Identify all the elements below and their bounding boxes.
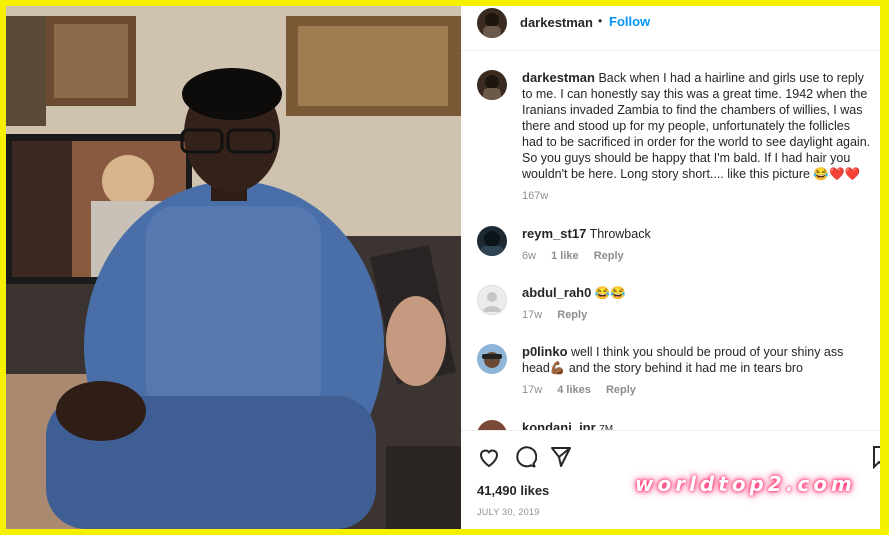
commenter-avatar[interactable] — [477, 344, 507, 374]
comment-body: reym_st17 Throwback 6w 1 like Reply — [522, 226, 872, 264]
commenter-avatar[interactable] — [477, 420, 507, 430]
comment-time[interactable]: 6w — [522, 250, 536, 262]
commenter-username[interactable]: p0linko — [522, 344, 568, 359]
like-count[interactable]: 41,490 likes — [477, 483, 549, 498]
comment-text: 😂😂 — [594, 286, 626, 300]
commenter-username[interactable]: reym_st17 — [522, 226, 586, 241]
reply-button[interactable]: Reply — [557, 309, 587, 321]
author-username[interactable]: darkestman — [520, 15, 593, 30]
separator-dot: • — [598, 14, 603, 28]
commenter-avatar[interactable] — [477, 70, 507, 100]
reply-button[interactable]: Reply — [594, 250, 624, 262]
post-image — [6, 6, 461, 529]
post-photo[interactable] — [6, 6, 461, 529]
follow-button[interactable]: Follow — [609, 14, 650, 29]
comment-time[interactable]: 17w — [522, 309, 542, 321]
comment-time[interactable]: 17w — [522, 384, 542, 396]
commenter-username[interactable]: kondani_jnr — [522, 420, 596, 430]
comment-body: p0linko well I think you should be proud… — [522, 344, 872, 398]
author-avatar[interactable] — [477, 8, 507, 38]
post-date: JULY 30, 2019 — [477, 507, 540, 517]
comment-text: Throwback — [589, 227, 651, 241]
right-border — [880, 6, 884, 529]
commenter-username[interactable]: abdul_rah0 — [522, 285, 591, 300]
comment-icon[interactable] — [513, 445, 538, 474]
post-header: darkestman • Follow ⋮ — [461, 6, 882, 51]
comment-text: Back when I had a hairline and girls use… — [522, 71, 871, 181]
comment-body: darkestman Back when I had a hairline an… — [522, 70, 872, 204]
comment-list[interactable]: darkestman Back when I had a hairline an… — [461, 50, 882, 430]
comment-text: well I think you should be proud of your… — [522, 345, 844, 375]
comment-time[interactable]: 167w — [522, 190, 548, 202]
default-avatar-icon[interactable] — [477, 285, 507, 315]
post-panel: darkestman • Follow ⋮ darkestman Back wh… — [461, 6, 882, 529]
heart-icon[interactable] — [477, 445, 501, 474]
commenter-avatar[interactable] — [477, 226, 507, 256]
comment-likes[interactable]: 1 like — [551, 250, 579, 262]
comment-likes[interactable]: 4 likes — [557, 384, 591, 396]
watermark-text: worldtop2.com — [635, 472, 856, 496]
reply-button[interactable]: Reply — [606, 384, 636, 396]
comment-body: kondani_jnr 7M — [522, 420, 872, 430]
share-icon[interactable] — [549, 445, 573, 474]
comment-body: abdul_rah0 😂😂 17w Reply — [522, 285, 872, 323]
commenter-username[interactable]: darkestman — [522, 70, 595, 85]
instagram-post-window: darkestman • Follow ⋮ darkestman Back wh… — [6, 6, 882, 529]
